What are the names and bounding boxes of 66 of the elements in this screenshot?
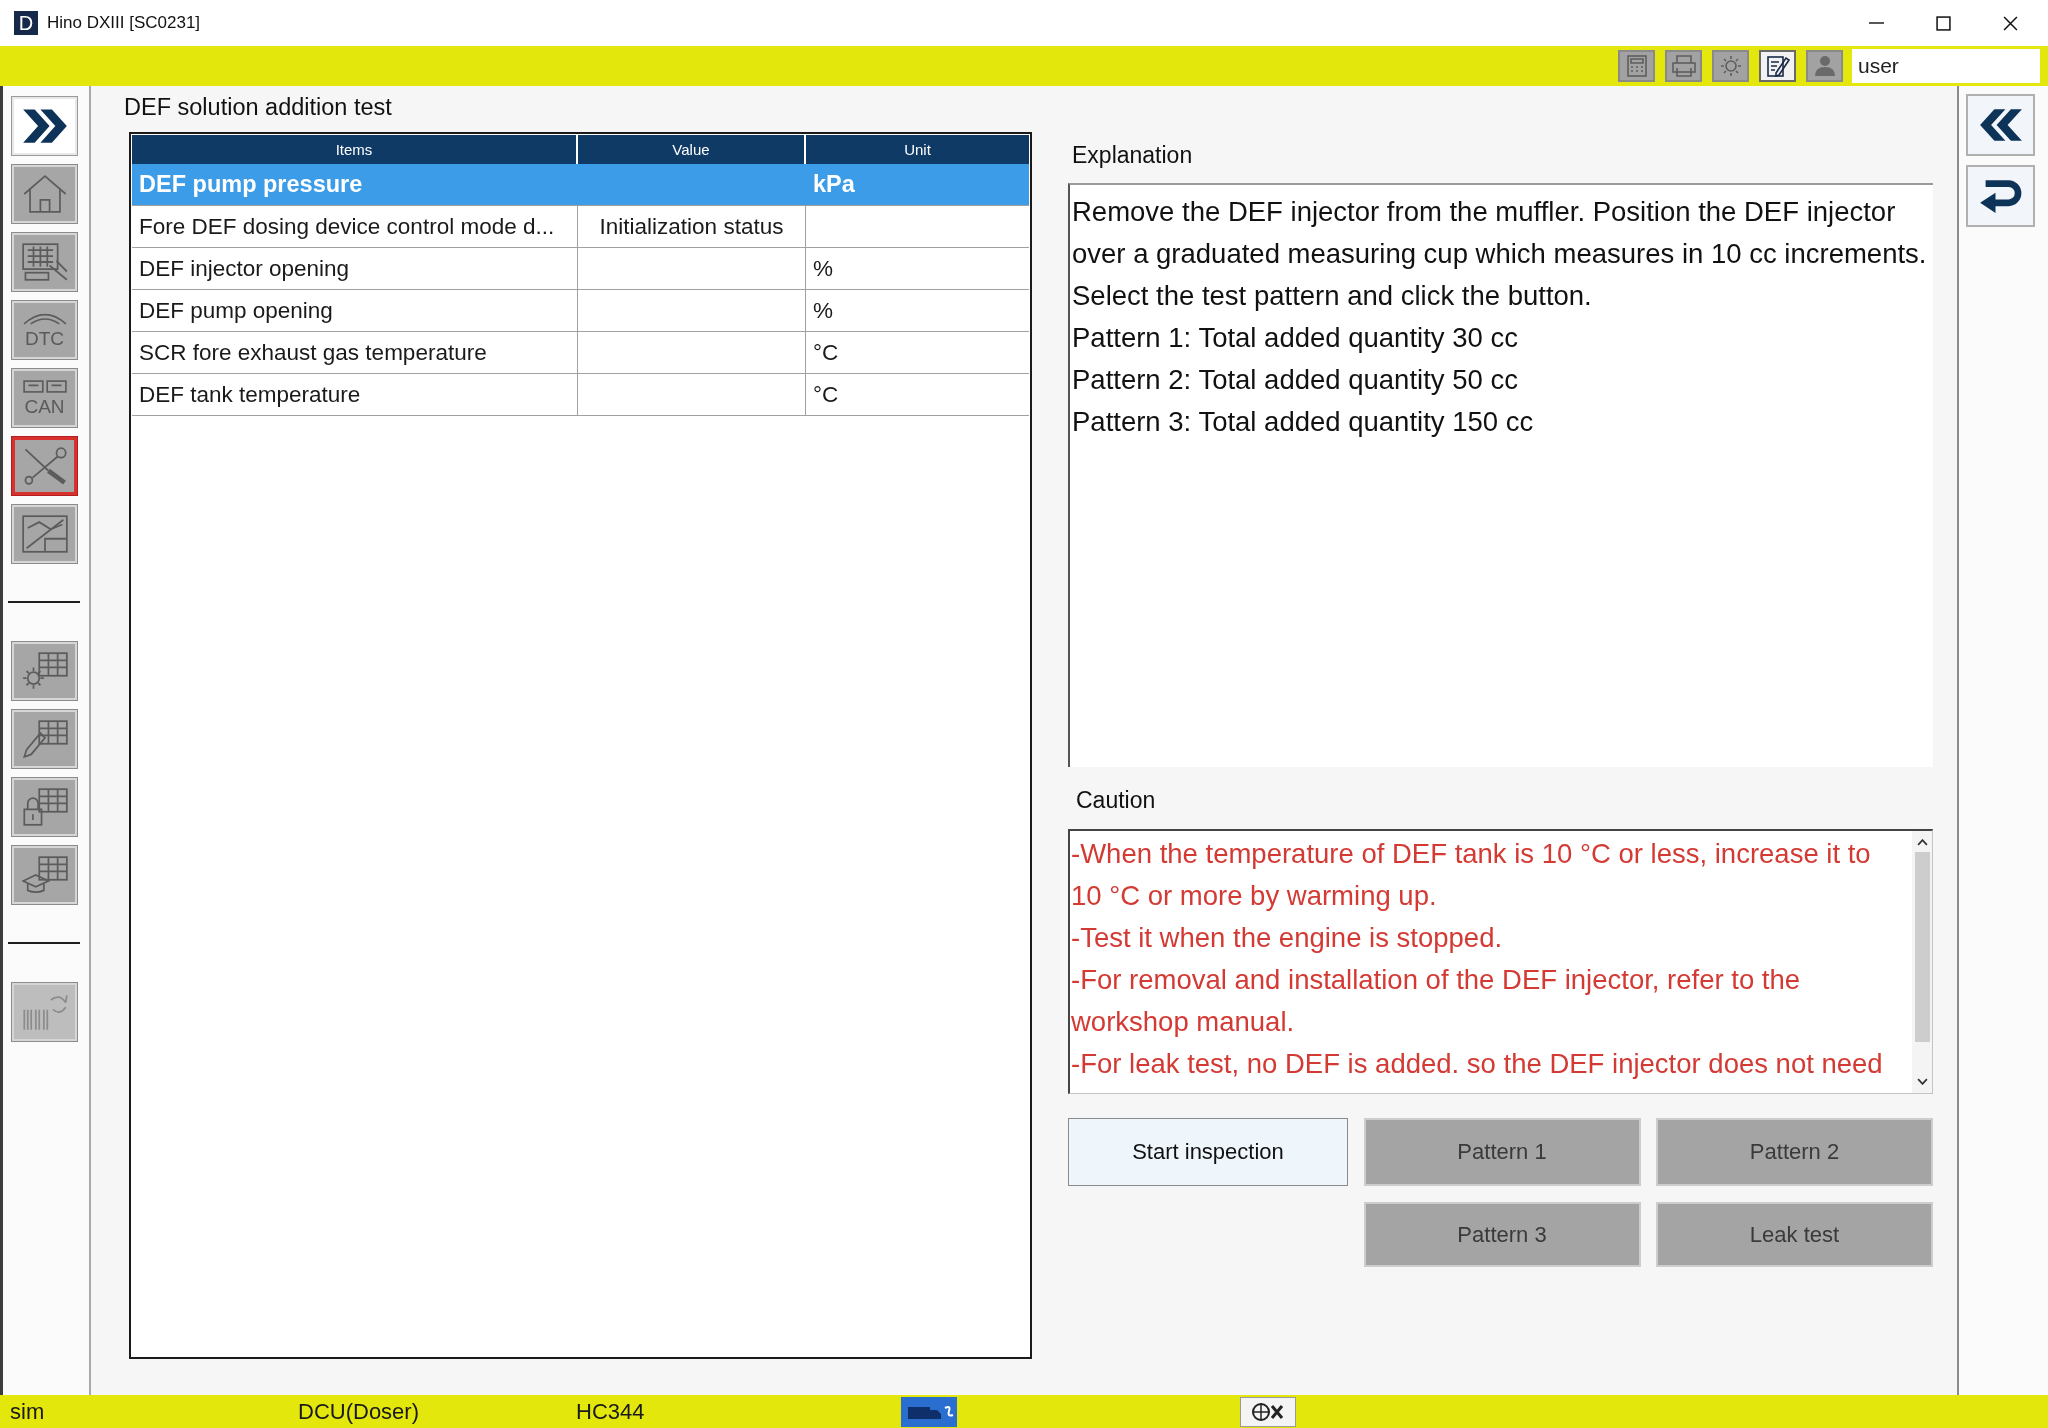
printer-icon <box>1671 55 1696 77</box>
user-field[interactable]: user <box>1852 49 2040 83</box>
gear-table-icon <box>21 652 68 690</box>
chevron-up-icon[interactable] <box>1916 839 1928 846</box>
table-row[interactable]: SCR fore exhaust gas temperature °C <box>132 332 1029 374</box>
return-button[interactable] <box>1966 165 2035 227</box>
explanation-heading: Explanation <box>1071 141 1194 170</box>
scrollbar[interactable] <box>1912 831 1932 1093</box>
chart-icon <box>21 515 68 553</box>
explanation-text: Pattern 2: Total added quantity 50 cc <box>1072 363 1519 397</box>
arc-icon <box>22 312 67 325</box>
truck-icon[interactable] <box>901 1396 957 1427</box>
caution-text: -For removal and installation of the DEF injector, refer to the workshop manual. <box>1071 963 1802 1039</box>
scroll-thumb[interactable] <box>1914 852 1930 1042</box>
explanation-text: Remove the DEF injector from the muffler. Position the DEF injector over a graduated measuring cup which measures in 10 cc increments. <box>1072 195 1928 271</box>
pencil-table-icon <box>21 720 68 758</box>
column-header: Unit <box>903 140 932 160</box>
table-row[interactable]: DEF tank temperature °C <box>132 374 1029 416</box>
table-cell: DEF pump opening <box>132 290 578 331</box>
explanation-text: Pattern 1: Total added quantity 30 cc <box>1072 321 1519 355</box>
action-button[interactable]: Start inspection <box>1068 1118 1348 1186</box>
person-icon <box>1812 55 1837 77</box>
status-text: HC344 <box>576 1398 645 1425</box>
table-cell-text: % <box>812 255 834 283</box>
double-chevron-right-icon <box>21 107 68 145</box>
toolbar-button[interactable] <box>1759 50 1796 82</box>
table-cell: SCR fore exhaust gas temperature <box>132 332 578 373</box>
graduation-cap-table-icon <box>21 856 68 894</box>
status-text: DCU(Doser) <box>298 1398 419 1425</box>
table-cell: DEF tank temperature <box>132 374 578 415</box>
table-cell: Initialization status <box>578 206 806 247</box>
close-icon[interactable] <box>2003 15 2018 31</box>
table-cell-text: °C <box>812 339 840 367</box>
return-arrow-icon <box>1978 178 2023 214</box>
window-title: Hino DXIII [SC0231] <box>47 13 201 33</box>
explanation-text: Select the test pattern and click the button. <box>1072 279 1593 313</box>
caution-heading: Caution <box>1075 786 1157 815</box>
table-cell: DEF pump pressure <box>132 164 578 205</box>
maximize-icon[interactable] <box>1936 15 1951 31</box>
barcode-icon <box>21 993 68 1031</box>
keyboard-icon <box>21 243 68 281</box>
lock-table-icon <box>21 788 68 826</box>
double-chevron-left-icon <box>1978 107 2023 143</box>
table-row[interactable]: DEF injector opening % <box>132 248 1029 290</box>
app-logo: D <box>14 11 38 35</box>
back-button[interactable] <box>1966 94 2035 156</box>
notepad-pencil-icon <box>1765 55 1790 77</box>
table-cell-text: % <box>812 297 834 325</box>
status-text: sim <box>10 1398 45 1425</box>
table-cell-text: kPa <box>812 170 856 199</box>
caution-text: -For leak test, no DEF is added. so the DEF injector does not need <box>1071 1047 1884 1081</box>
table-cell: DEF injector opening <box>132 248 578 289</box>
home-icon <box>21 175 68 213</box>
table-row[interactable]: DEF pump opening % <box>132 290 1029 332</box>
calculator-icon <box>1624 55 1649 77</box>
explanation-text: Pattern 3: Total added quantity 150 cc <box>1072 405 1535 439</box>
caution-text: -When the temperature of DEF tank is 10 °C or less, increase it to 10 °C or more by warming up. <box>1071 837 1872 913</box>
caution-text: -Test it when the engine is stopped. <box>1071 921 1504 955</box>
chevron-down-icon[interactable] <box>1916 1078 1928 1085</box>
page-title: DEF solution addition test <box>124 93 393 122</box>
panel-icon <box>22 380 67 393</box>
table-row[interactable]: Fore DEF dosing device control mode d... Initialization status <box>132 206 1029 248</box>
gear-icon <box>1718 55 1743 77</box>
table-cell: Fore DEF dosing device control mode d... <box>132 206 578 247</box>
globe-cross-icon[interactable] <box>1240 1396 1296 1427</box>
table-cell-text: °C <box>812 381 840 409</box>
